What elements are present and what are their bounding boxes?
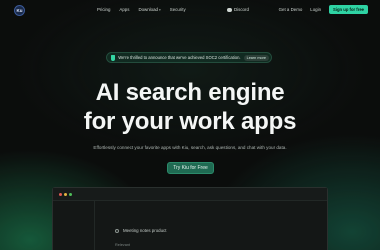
hero-title-line1: AI search engine [95, 79, 285, 106]
top-nav: Ku Pricing Apps Download ▾ Security Disco… [0, 0, 380, 20]
maximize-dot-icon [69, 193, 72, 196]
nav-link-security[interactable]: Security [170, 7, 186, 12]
minimize-dot-icon [64, 193, 67, 196]
get-demo-link[interactable]: Get a Demo [279, 7, 303, 12]
nav-actions: Get a Demo Login Sign up for free [279, 5, 368, 14]
nav-link-download-label: Download [138, 7, 158, 12]
discord-label: Discord [234, 7, 249, 12]
nav-link-apps[interactable]: Apps [119, 7, 129, 12]
signup-button[interactable]: Sign up for free [329, 5, 368, 14]
chevron-down-icon: ▾ [158, 7, 161, 12]
hero-title: AI search engine for your work apps [0, 78, 380, 136]
app-sidebar [53, 201, 95, 250]
announcement-banner: We're thrilled to announce that we've ac… [106, 52, 272, 63]
hero-title-line2: for your work apps [83, 108, 297, 135]
learn-more-button[interactable]: Learn more [243, 54, 269, 61]
nav-links: Pricing Apps Download ▾ Security [97, 7, 186, 12]
search-icon [115, 228, 119, 233]
announcement-text: We're thrilled to announce that we've ac… [118, 55, 241, 60]
hero-subtitle: Effortlessly connect your favorite apps … [93, 145, 287, 150]
shield-icon [111, 54, 116, 61]
discord-link[interactable]: Discord [227, 7, 249, 12]
nav-link-pricing[interactable]: Pricing [97, 7, 110, 12]
discord-icon [227, 7, 232, 12]
brand-logo[interactable]: Ku [14, 5, 25, 16]
login-link[interactable]: Login [310, 7, 321, 12]
app-search-text: Meeting notes product [123, 228, 167, 233]
logo-text: Ku [16, 8, 23, 13]
try-free-button[interactable]: Try Kiu for Free [167, 162, 214, 174]
close-dot-icon [59, 193, 62, 196]
result-label: Relevant [115, 243, 130, 247]
app-preview-window: Meeting notes product Relevant [52, 187, 328, 250]
window-titlebar [53, 188, 327, 201]
app-search-row[interactable]: Meeting notes product [115, 228, 166, 233]
nav-link-download[interactable]: Download ▾ [138, 7, 160, 12]
